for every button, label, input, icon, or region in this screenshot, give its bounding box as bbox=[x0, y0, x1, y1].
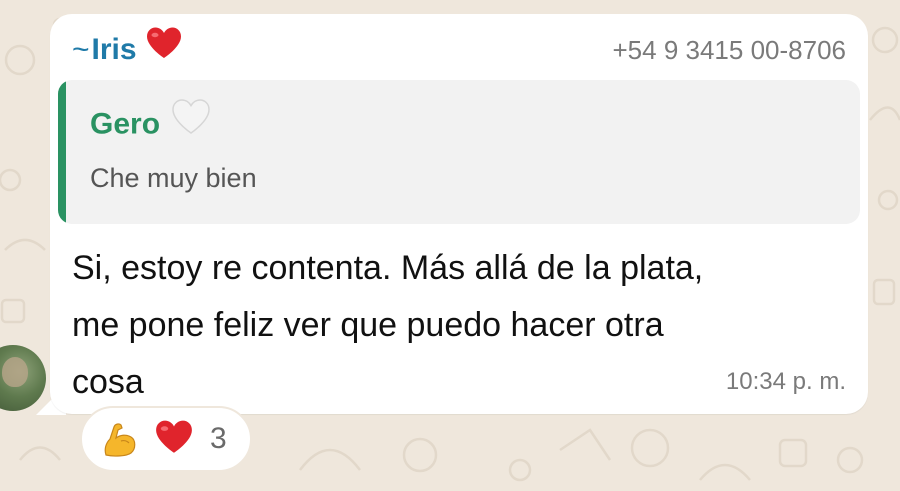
message-timestamp: 10:34 p. m. bbox=[725, 368, 846, 395]
message-line: Si, estoy re contenta. Más allá de la pl… bbox=[72, 249, 704, 287]
sender-name[interactable]: ~Iris bbox=[72, 27, 183, 71]
sender-name-prefix: ~ bbox=[72, 33, 90, 66]
red-heart-icon bbox=[154, 419, 194, 459]
quoted-author-name: Gero bbox=[90, 107, 161, 141]
sender-name-text: Iris bbox=[91, 33, 137, 66]
message-body: Si, estoy re contenta. Más allá de la pl… bbox=[72, 240, 704, 411]
reactions-pill[interactable]: 3 bbox=[80, 406, 252, 472]
quote-accent-bar bbox=[58, 80, 66, 224]
reaction-count: 3 bbox=[210, 422, 227, 455]
flexed-biceps-icon bbox=[100, 419, 140, 459]
message-line: me pone feliz ver que puedo hacer otra bbox=[72, 306, 664, 344]
quoted-text: Che muy bien bbox=[90, 163, 257, 193]
quoted-author: Gero bbox=[90, 99, 212, 147]
sender-header: ~Iris +54 9 3415 00-8706 bbox=[72, 27, 847, 71]
message-bubble[interactable]: ~Iris +54 9 3415 00-8706 Gero Che muy bi… bbox=[50, 14, 868, 414]
message-line: cosa bbox=[72, 363, 144, 401]
red-heart-icon bbox=[145, 26, 183, 71]
sender-phone: +54 9 3415 00-8706 bbox=[612, 35, 847, 65]
white-heart-icon bbox=[170, 98, 212, 147]
quoted-reply[interactable]: Gero Che muy bien bbox=[58, 80, 860, 224]
